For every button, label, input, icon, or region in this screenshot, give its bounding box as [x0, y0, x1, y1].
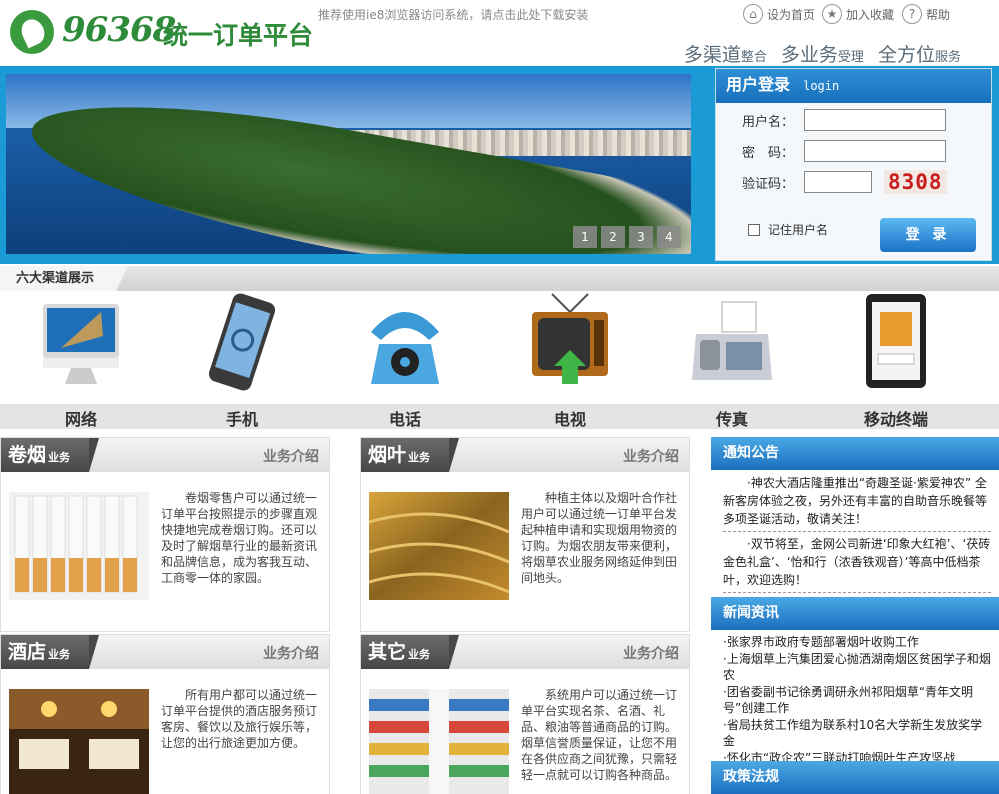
other-business-title: 其它 业务 — [361, 635, 459, 669]
notice-list: ·神农大酒店隆重推出“奇趣圣诞·紫爱神农” 全新客房体验之夜，另外还有丰富的自助… — [711, 470, 999, 593]
slogan-2: 多业务受理 — [780, 44, 864, 66]
notice-title[interactable]: 通知公告 — [711, 437, 999, 470]
news-item[interactable]: ·省局扶贫工作组为联系村10名大学新生发放奖学金 — [711, 717, 999, 749]
tablet-icon — [866, 294, 926, 388]
tobacco-leaf-business-intro-link[interactable]: 业务介绍 — [623, 446, 679, 466]
help-icon: ? — [902, 4, 922, 24]
home-icon: ⌂ — [743, 4, 763, 24]
captcha-label: 验证码： — [742, 177, 795, 192]
channel-label-tv[interactable]: 电视 — [505, 406, 635, 430]
site-header: 96368 统一订单平台 推荐使用ie8浏览器访问系统，请点击此处下载安装 ⌂ … — [0, 0, 999, 66]
other-business-intro-link[interactable]: 业务介绍 — [623, 643, 679, 663]
channel-label-mobile-terminal[interactable]: 移动终端 — [831, 406, 961, 430]
channel-label-web[interactable]: 网络 — [16, 406, 146, 430]
username-input[interactable] — [804, 109, 946, 131]
help-label: 帮助 — [926, 7, 951, 22]
banner-page-4[interactable]: 4 — [657, 226, 681, 248]
cigarette-image — [9, 492, 149, 600]
panel-header: 卷烟 业务 业务介绍 — [1, 438, 329, 472]
fax-icon — [692, 301, 772, 380]
news-title[interactable]: 新闻资讯 — [711, 597, 999, 630]
remember-username[interactable]: 记住用户名 — [748, 221, 828, 238]
cigarette-business-panel: 卷烟 业务 业务介绍 卷烟零售户可以通过统一订单平台按照提示的步骤直观快捷地完成卷… — [0, 437, 330, 632]
remember-checkbox[interactable] — [748, 223, 760, 236]
cigarette-business-title: 卷烟 业务 — [1, 438, 99, 472]
news-item[interactable]: ·上海烟草上汽集团爱心抛洒湖南烟区贫困学子和烟农 — [711, 651, 999, 683]
other-business-panel: 其它 业务 业务介绍 系统用户可以通过统一订单平台实现名茶、名酒、礼品、粮油等普通… — [360, 634, 690, 794]
cigarette-business-intro-link[interactable]: 业务介绍 — [263, 446, 319, 466]
hotel-business-title: 酒店 业务 — [1, 635, 99, 669]
right-column: 通知公告 ·神农大酒店隆重推出“奇趣圣诞·紫爱神农” 全新客房体验之夜，另外还有… — [711, 437, 999, 794]
add-favorite-link[interactable]: ★ 加入收藏 — [822, 4, 894, 24]
banner-page-1[interactable]: 1 — [573, 226, 597, 248]
hotel-business-panel: 酒店 业务 业务介绍 所有用户都可以通过统一订单平台提供的酒店服务预订客房、餐饮以… — [0, 634, 330, 794]
hotel-image — [9, 689, 149, 794]
television-icon — [532, 293, 608, 384]
add-favorite-label: 加入收藏 — [846, 7, 895, 22]
logo-number[interactable]: 96368 — [62, 10, 176, 50]
banner-pager: 1 2 3 4 — [573, 226, 681, 248]
password-input[interactable] — [804, 140, 946, 162]
captcha-input[interactable] — [804, 171, 872, 193]
panel-header: 烟叶 业务 业务介绍 — [361, 438, 689, 472]
slogan-1: 多渠道整合 — [683, 44, 767, 66]
channel-label-mobile[interactable]: 手机 — [177, 406, 307, 430]
banner-page-3[interactable]: 3 — [629, 226, 653, 248]
channel-section-title: 六大渠道展示 — [0, 266, 129, 291]
news-item[interactable]: ·团省委副书记徐勇调研永州祁阳烟草“青年文明号”创建工作 — [711, 684, 999, 716]
hotel-business-intro-link[interactable]: 业务介绍 — [263, 643, 319, 663]
banner-photo[interactable]: 1 2 3 4 — [6, 74, 691, 254]
computer-icon — [43, 304, 119, 384]
help-link[interactable]: ? 帮助 — [902, 4, 950, 24]
news-item[interactable]: ·张家界市政府专题部署烟叶收购工作 — [711, 634, 999, 650]
remember-label: 记住用户名 — [768, 223, 829, 237]
login-title: 用户登录 — [726, 75, 791, 94]
channel-label-telephone[interactable]: 电话 — [340, 406, 470, 430]
tobacco-leaf-business-text: 种植主体以及烟叶合作社用户可以通过统一订单平台发起种植申请和实现烟用物资的订购。… — [521, 491, 678, 585]
panel-header: 其它 业务 业务介绍 — [361, 635, 689, 669]
bookmark-icon: ★ — [822, 4, 842, 24]
ie-download-link[interactable]: 推荐使用ie8浏览器访问系统，请点击此处下载安装 — [318, 6, 588, 23]
other-business-text: 系统用户可以通过统一订单平台实现名茶、名酒、礼品、粮油等普通商品的订购。烟草信誉… — [521, 688, 678, 782]
login-box: 用户登录 login 用户名： 密 码： 验证码： 8308 记住用户名 登 录 — [715, 68, 992, 261]
mobile-phone-icon — [208, 293, 276, 391]
username-label: 用户名： — [742, 115, 795, 130]
hotel-business-text: 所有用户都可以通过统一订单平台提供的酒店服务预订客房、餐饮以及旅行娱乐等，让您的… — [161, 688, 318, 750]
login-header: 用户登录 login — [716, 69, 991, 103]
tobacco-leaf-image — [369, 492, 509, 600]
supermarket-image — [369, 689, 509, 794]
logo-title[interactable]: 统一订单平台 — [163, 16, 313, 52]
tobacco-leaf-business-title: 烟叶 业务 — [361, 438, 459, 472]
login-subtitle: login — [803, 79, 840, 93]
password-label: 密 码： — [742, 146, 795, 161]
channel-bar: 六大渠道展示 — [0, 266, 999, 291]
notice-item[interactable]: ·神农大酒店隆重推出“奇趣圣诞·紫爱神农” 全新客房体验之夜，另外还有丰富的自助… — [723, 474, 991, 532]
captcha-image[interactable]: 8308 — [884, 170, 947, 194]
login-button[interactable]: 登 录 — [880, 218, 976, 252]
banner-page-2[interactable]: 2 — [601, 226, 625, 248]
notice-item[interactable]: ·双节将至，金网公司新进‘印象大红袍’、‘茯砖金色礼盒’、‘怡和行（浓香铁观音）… — [723, 535, 991, 593]
set-homepage-link[interactable]: ⌂ 设为首页 — [743, 4, 815, 24]
set-homepage-label: 设为首页 — [767, 7, 816, 22]
panel-header: 酒店 业务 业务介绍 — [1, 635, 329, 669]
news-list: ·张家界市政府专题部署烟叶收购工作 ·上海烟草上汽集团爱心抛洒湖南烟区贫困学子和… — [711, 630, 999, 766]
slogan: 多渠道整合 多业务受理 全方位服务 — [684, 40, 961, 67]
channel-label-fax[interactable]: 传真 — [667, 406, 797, 430]
cigarette-business-text: 卷烟零售户可以通过统一订单平台按照提示的步骤直观快捷地完成卷烟订购。还可以及时了… — [161, 491, 318, 585]
telephone-icon — [371, 312, 439, 384]
leaf-logo-icon[interactable] — [10, 10, 54, 54]
policy-title[interactable]: 政策法规 — [711, 761, 999, 794]
slogan-3: 全方位服务 — [877, 44, 961, 66]
tobacco-leaf-business-panel: 烟叶 业务 业务介绍 种植主体以及烟叶合作社用户可以通过统一订单平台发起种植申请和… — [360, 437, 690, 632]
